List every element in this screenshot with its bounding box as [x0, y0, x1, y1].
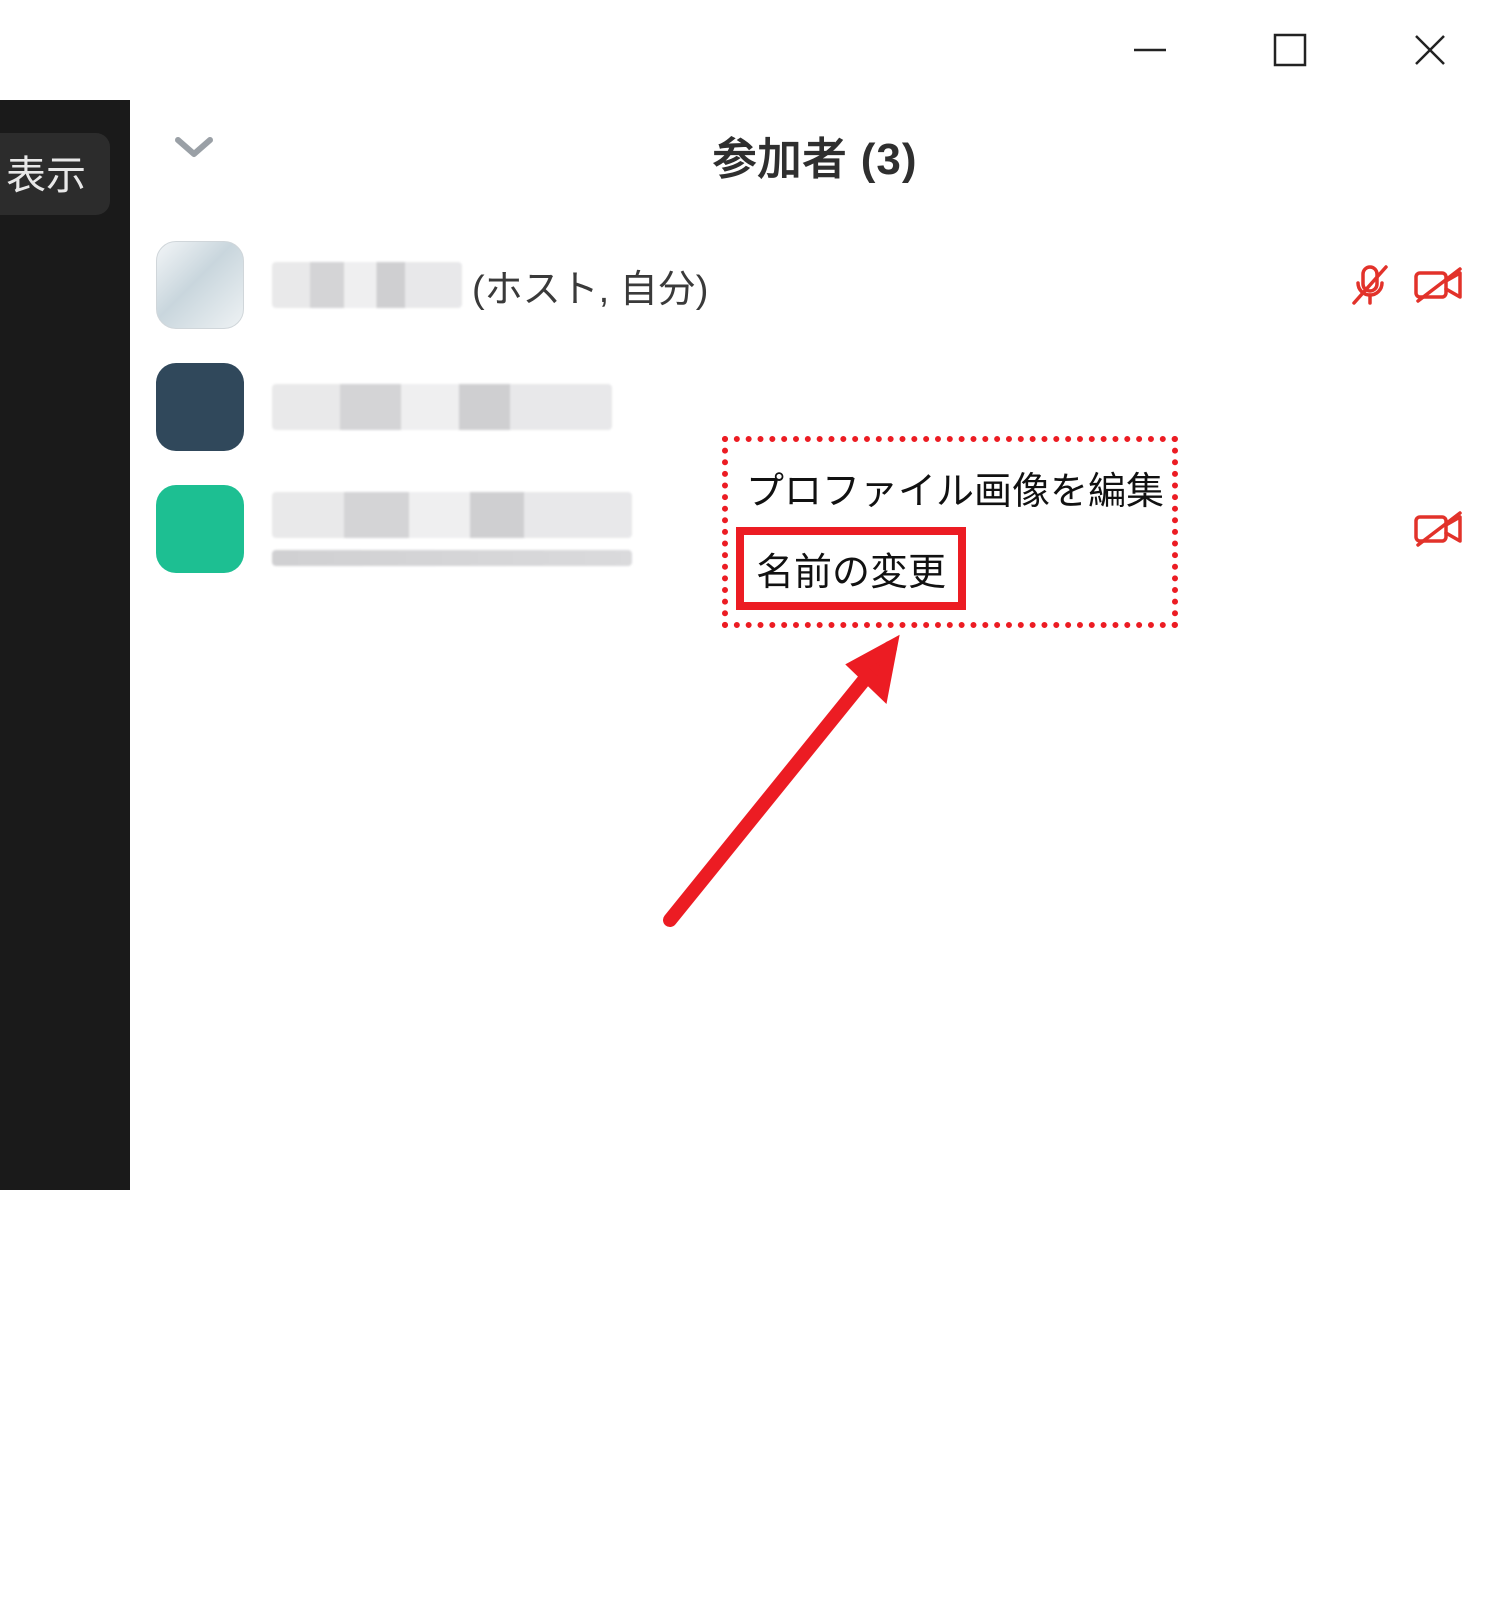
redacted-name — [272, 384, 612, 430]
participant-name-area — [272, 492, 632, 566]
context-menu: プロファイル画像を編集 名前の変更 — [722, 436, 1178, 628]
redacted-name — [272, 262, 462, 308]
avatar — [156, 241, 244, 329]
chevron-down-icon — [172, 132, 216, 162]
participant-row[interactable]: (ホスト, 自分) — [156, 224, 1474, 346]
participant-name-area: (ホスト, 自分) — [272, 258, 708, 313]
participant-role: (ホスト, 自分) — [472, 258, 708, 313]
maximize-icon — [1270, 30, 1310, 70]
menu-item-rename[interactable]: 名前の変更 — [736, 527, 966, 610]
close-icon — [1410, 30, 1450, 70]
annotation-arrow — [610, 600, 970, 940]
dark-sidebar-sliver: 表示 — [0, 100, 130, 1190]
minimize-button[interactable] — [1080, 0, 1220, 100]
mic-muted-icon — [1346, 261, 1394, 309]
participant-status-icons — [1346, 261, 1466, 309]
panel-header: 参加者 (3) — [130, 100, 1500, 210]
camera-off-icon — [1412, 505, 1466, 553]
camera-off-icon — [1412, 261, 1466, 309]
participant-name-area — [272, 384, 612, 430]
window-titlebar — [1080, 0, 1500, 100]
panel-title: 参加者 (3) — [713, 123, 918, 187]
participant-status-icons — [1412, 505, 1466, 553]
close-button[interactable] — [1360, 0, 1500, 100]
collapse-button[interactable] — [172, 132, 216, 167]
avatar — [156, 363, 244, 451]
view-button[interactable]: 表示 — [0, 133, 110, 215]
menu-item-edit-profile-image[interactable]: プロファイル画像を編集 — [736, 454, 1164, 521]
avatar — [156, 485, 244, 573]
view-button-label: 表示 — [6, 154, 86, 198]
minimize-icon — [1130, 30, 1170, 70]
maximize-button[interactable] — [1220, 0, 1360, 100]
redacted-subtext — [272, 550, 632, 566]
redacted-name — [272, 492, 632, 538]
participants-panel: 参加者 (3) (ホスト, 自分) — [130, 100, 1500, 1623]
